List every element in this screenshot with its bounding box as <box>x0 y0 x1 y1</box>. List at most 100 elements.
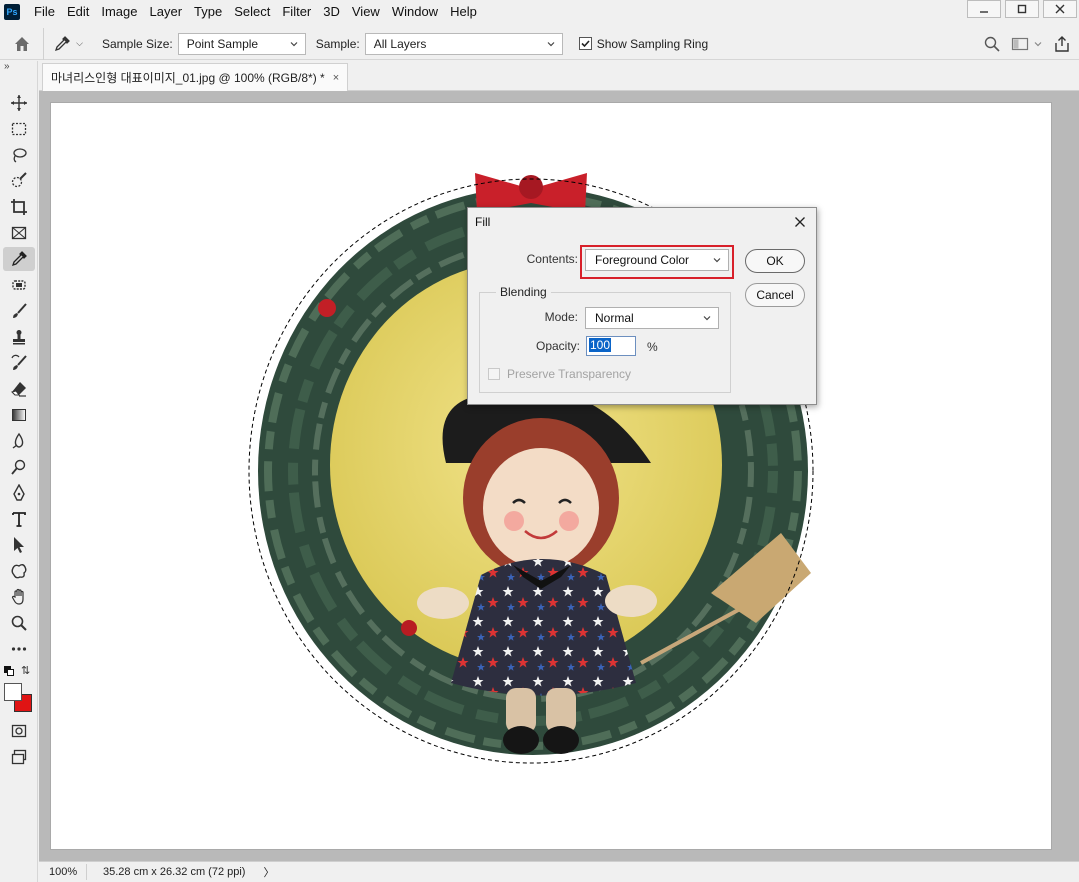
close-tab-icon[interactable]: × <box>333 72 339 84</box>
zoom-level[interactable]: 100% <box>39 864 87 880</box>
menu-3d[interactable]: 3D <box>317 0 346 24</box>
zoom-tool-icon <box>11 615 27 631</box>
history-brush-tool-icon <box>11 354 27 370</box>
restore-icon <box>1017 4 1027 14</box>
menu-help[interactable]: Help <box>444 0 483 24</box>
sample-select[interactable]: All Layers <box>364 32 563 55</box>
eraser-tool[interactable] <box>3 377 35 401</box>
contents-label: Contents: <box>526 252 578 266</box>
chevron-down-icon <box>713 258 721 263</box>
tool-preset-picker[interactable]: ⌵ <box>44 28 92 60</box>
pen-tool-icon <box>13 484 25 501</box>
search-icon[interactable] <box>983 35 1001 53</box>
path-select-tool[interactable] <box>3 533 35 557</box>
preserve-transparency-label: Preserve Transparency <box>507 367 632 381</box>
marquee-tool[interactable] <box>3 117 35 141</box>
checkmark-icon <box>581 40 590 48</box>
crop-tool[interactable] <box>3 195 35 219</box>
chevron-down-icon <box>290 41 298 46</box>
foreground-color-swatch[interactable] <box>4 683 22 701</box>
menu-filter[interactable]: Filter <box>276 0 317 24</box>
frame-tool[interactable] <box>3 221 35 245</box>
collapse-panel-icon[interactable]: » <box>4 61 10 72</box>
screen-mode-icon <box>11 749 27 765</box>
document-tabs: 마녀리스인형 대표이미지_01.jpg @ 100% (RGB/8*) * × <box>39 61 1079 91</box>
quick-mask-icon <box>11 724 27 738</box>
type-tool[interactable] <box>3 507 35 531</box>
blur-tool[interactable] <box>3 429 35 453</box>
brush-tool[interactable] <box>3 299 35 323</box>
home-button[interactable] <box>0 27 44 60</box>
close-icon <box>795 217 805 227</box>
preserve-transparency-option: Preserve Transparency <box>488 367 631 381</box>
more-tools-icon <box>11 647 27 651</box>
document-tab[interactable]: 마녀리스인형 대표이미지_01.jpg @ 100% (RGB/8*) * × <box>42 63 349 91</box>
eyedropper-icon <box>55 35 70 51</box>
opacity-input[interactable]: 100 <box>586 336 636 356</box>
dodge-tool-icon <box>11 459 26 475</box>
dialog-close-button[interactable] <box>790 212 810 232</box>
hand-tool[interactable] <box>3 585 35 609</box>
lasso-tool[interactable] <box>3 143 35 167</box>
sample-label: Sample: <box>315 36 360 51</box>
document-tab-title: 마녀리스인형 대표이미지_01.jpg @ 100% (RGB/8*) * <box>51 71 325 85</box>
spot-heal-tool[interactable] <box>3 273 35 297</box>
gradient-tool[interactable] <box>3 403 35 427</box>
share-icon[interactable] <box>1053 35 1071 53</box>
opacity-unit: % <box>647 340 658 354</box>
show-sampling-ring-label: Show Sampling Ring <box>596 36 709 51</box>
menu-layer[interactable]: Layer <box>144 0 189 24</box>
stamp-tool[interactable] <box>3 325 35 349</box>
gradient-tool-icon <box>12 409 26 421</box>
minimize-button[interactable] <box>967 0 1001 18</box>
close-window-button[interactable] <box>1043 0 1077 18</box>
mode-label: Mode: <box>544 310 578 324</box>
sample-size-label: Sample Size: <box>102 36 173 51</box>
chevron-down-icon: ⌵ <box>76 38 83 48</box>
menu-view[interactable]: View <box>346 0 386 24</box>
contents-select[interactable]: Foreground Color <box>585 249 729 271</box>
mode-select[interactable]: Normal <box>585 307 719 329</box>
lasso-tool-icon <box>13 148 27 163</box>
screen-mode-button[interactable] <box>3 745 35 769</box>
show-sampling-ring-toggle[interactable]: Show Sampling Ring <box>578 36 709 51</box>
zoom-tool[interactable] <box>3 611 35 635</box>
chevron-down-icon <box>1034 42 1042 47</box>
blur-tool-icon <box>12 432 24 449</box>
default-colors-icon[interactable] <box>4 666 16 676</box>
menu-image[interactable]: Image <box>95 0 143 24</box>
menu-window[interactable]: Window <box>386 0 444 24</box>
more-tools[interactable] <box>3 637 35 661</box>
menu-type[interactable]: Type <box>188 0 228 24</box>
cancel-button[interactable]: Cancel <box>745 283 805 307</box>
status-menu-arrow-icon[interactable]: 〉 <box>263 864 274 880</box>
quick-mask-button[interactable] <box>3 719 35 743</box>
sample-size-select[interactable]: Point Sample <box>177 32 306 55</box>
document-info: 35.28 cm x 26.32 cm (72 ppi) <box>103 866 246 878</box>
brush-tool-icon <box>13 303 27 318</box>
sample-size-value: Point Sample <box>186 36 259 51</box>
hand-tool-icon <box>11 588 24 605</box>
path-select-tool-icon <box>14 537 24 553</box>
restore-button[interactable] <box>1005 0 1039 18</box>
menu-select[interactable]: Select <box>228 0 276 24</box>
move-tool-icon <box>11 95 27 111</box>
workspace-switcher[interactable] <box>1011 36 1043 52</box>
shape-tool[interactable] <box>3 559 35 583</box>
home-icon <box>14 36 29 51</box>
show-sampling-ring-checkbox[interactable] <box>578 37 592 50</box>
eyedropper-tool[interactable] <box>3 247 35 271</box>
swap-colors-icon[interactable]: ⇅ <box>21 664 30 677</box>
history-brush-tool[interactable] <box>3 351 35 375</box>
dodge-tool[interactable] <box>3 455 35 479</box>
quick-select-tool[interactable] <box>3 169 35 193</box>
crop-tool-icon <box>11 199 27 215</box>
dialog-title: Fill <box>475 215 491 229</box>
spot-heal-tool-icon <box>12 280 26 290</box>
pen-tool[interactable] <box>3 481 35 505</box>
ok-button[interactable]: OK <box>745 249 805 273</box>
move-tool[interactable] <box>3 91 35 115</box>
menu-edit[interactable]: Edit <box>61 0 95 24</box>
menu-file[interactable]: File <box>28 0 61 24</box>
quick-select-tool-icon <box>11 172 27 188</box>
